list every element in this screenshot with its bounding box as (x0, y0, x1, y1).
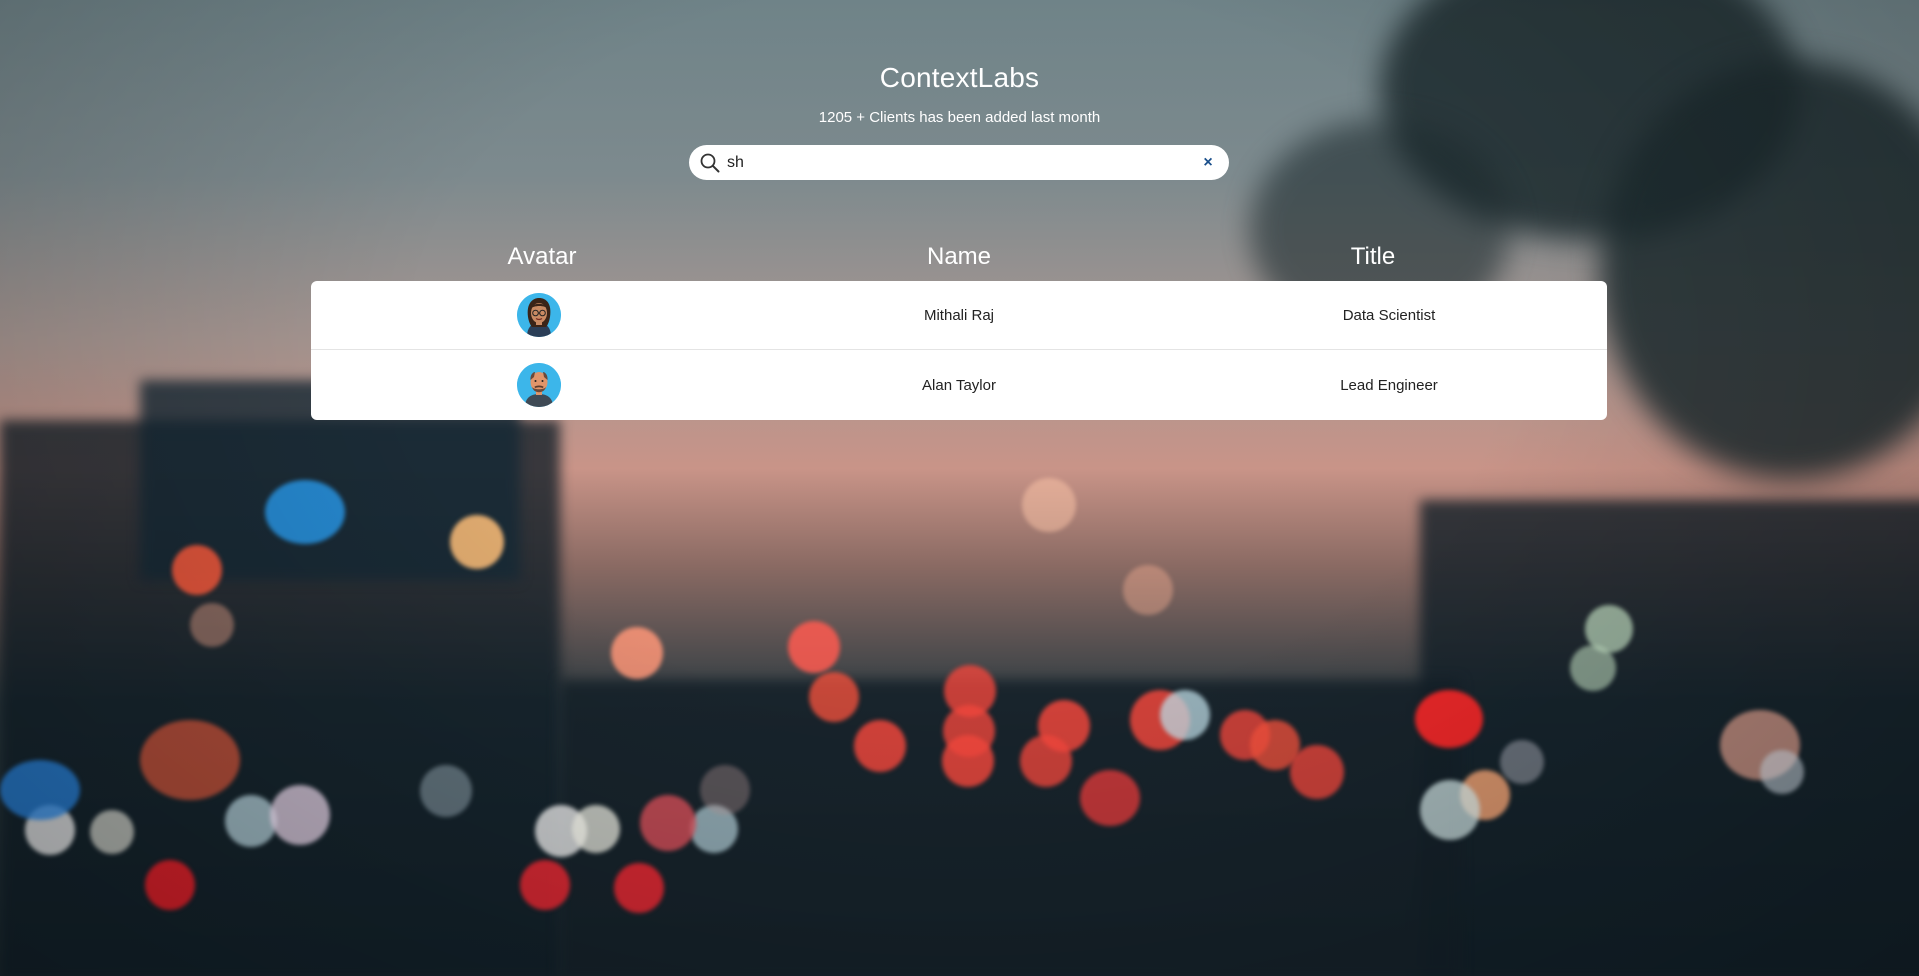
client-name: Mithali Raj (923, 306, 995, 324)
table-row[interactable]: Alan Taylor Lead Engineer (311, 350, 1607, 420)
avatar-cell (439, 350, 639, 420)
column-header-avatar[interactable]: Avatar (392, 243, 692, 271)
search-input[interactable] (727, 145, 1199, 180)
app-root: ContextLabs 1205 + Clients has been adde… (0, 0, 1919, 976)
client-title: Data Scientist (1342, 306, 1436, 324)
client-title: Lead Engineer (1340, 376, 1438, 394)
client-name: Alan Taylor (922, 376, 996, 394)
female-avatar-icon (517, 293, 561, 337)
male-avatar-icon (517, 363, 561, 407)
page-subtitle: 1205 + Clients has been added last month (818, 109, 1101, 126)
page-title: ContextLabs (879, 62, 1040, 93)
close-icon[interactable]: × (1199, 154, 1217, 172)
table-row[interactable]: Mithali Raj Data Scientist (311, 281, 1607, 350)
search-icon (699, 152, 721, 174)
column-header-name[interactable]: Name (809, 243, 1109, 271)
column-header-title[interactable]: Title (1223, 243, 1523, 271)
search-bar[interactable]: × (689, 145, 1229, 180)
clients-table: Mithali Raj Data Scientist Alan Taylor L… (311, 281, 1607, 420)
avatar-cell (439, 281, 639, 349)
table-header: Avatar Name Title (311, 243, 1607, 273)
